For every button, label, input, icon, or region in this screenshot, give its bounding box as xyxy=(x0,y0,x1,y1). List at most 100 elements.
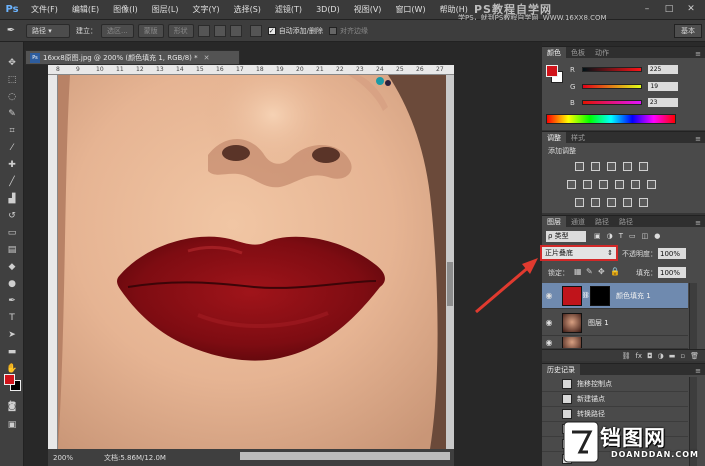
eraser-tool-icon[interactable]: ▭ xyxy=(0,224,24,241)
horizontal-scrollbar[interactable] xyxy=(240,452,450,460)
make-selection-button[interactable]: 选区... xyxy=(101,23,134,38)
layer-row-color-fill[interactable]: ◉ ⛓ 颜色填充 1 xyxy=(542,283,688,309)
selective-color-icon[interactable] xyxy=(639,198,648,207)
color-spectrum-ramp[interactable] xyxy=(546,114,676,124)
fill-input[interactable]: 100% xyxy=(658,267,686,278)
filter-adjustment-icon[interactable]: ◑ xyxy=(607,232,613,240)
rectangle-tool-icon[interactable]: ▬ xyxy=(0,343,24,360)
screen-mode-icon[interactable]: ▣ xyxy=(0,416,24,433)
filter-smart-icon[interactable]: ◫ xyxy=(642,232,649,240)
move-tool-icon[interactable]: ✥ xyxy=(0,54,24,71)
clone-stamp-tool-icon[interactable]: ▟ xyxy=(0,190,24,207)
menu-select[interactable]: 选择(S) xyxy=(227,4,268,15)
adjustment-layer-icon[interactable]: ◑ xyxy=(658,352,664,360)
filter-shape-icon[interactable]: ▭ xyxy=(629,232,636,240)
menu-file[interactable]: 文件(F) xyxy=(24,4,65,15)
tab-history[interactable]: 历史记录 xyxy=(542,364,580,375)
eye-icon[interactable]: ◉ xyxy=(542,338,556,347)
blue-channel-input[interactable]: 23 xyxy=(647,98,678,107)
make-mask-button[interactable]: 蒙版 xyxy=(137,23,164,38)
new-layer-icon[interactable]: ▫ xyxy=(680,352,685,360)
minimize-icon[interactable]: – xyxy=(640,3,654,15)
blend-mode-select[interactable]: 正片叠底 ⇕ xyxy=(540,245,618,261)
tab-channels[interactable]: 通道 xyxy=(566,216,590,227)
red-channel-slider[interactable] xyxy=(581,67,642,72)
menu-type[interactable]: 文字(Y) xyxy=(185,4,226,15)
marquee-tool-icon[interactable]: ⬚ xyxy=(0,71,24,88)
photo-filter-icon[interactable] xyxy=(615,180,624,189)
document-tab[interactable]: Ps 16xx8原图.jpg @ 200% (颜色填充 1, RGB/8) * … xyxy=(25,50,240,65)
layer-kind-filter[interactable]: ρ 类型 xyxy=(546,230,586,242)
gradient-tool-icon[interactable]: ▤ xyxy=(0,241,24,258)
path-operations-icon[interactable] xyxy=(197,24,210,37)
menu-3d[interactable]: 3D(D) xyxy=(309,5,347,14)
lock-pixels-icon[interactable]: ✎ xyxy=(586,267,593,276)
quick-mask-icon[interactable]: ◙ xyxy=(0,398,24,415)
add-mask-icon[interactable]: ◘ xyxy=(647,352,653,360)
history-brush-tool-icon[interactable]: ↺ xyxy=(0,207,24,224)
tab-adjustments[interactable]: 调整 xyxy=(542,132,566,143)
brightness-contrast-icon[interactable] xyxy=(575,162,584,171)
filter-type-icon[interactable]: T xyxy=(619,232,623,240)
layer-mask-thumbnail[interactable] xyxy=(590,285,610,306)
pen-tool-icon[interactable]: ✒ xyxy=(0,292,24,309)
color-balance-icon[interactable] xyxy=(583,180,592,189)
color-panel-foreground-swatch[interactable] xyxy=(546,65,558,77)
menu-window[interactable]: 窗口(W) xyxy=(388,4,432,15)
link-layers-icon[interactable]: ⛓ xyxy=(622,352,631,360)
lock-transparent-icon[interactable]: ▦ xyxy=(574,267,582,276)
panel-menu-icon[interactable]: ≡ xyxy=(695,135,701,143)
green-channel-input[interactable]: 19 xyxy=(648,82,679,91)
crop-tool-icon[interactable]: ⌗ xyxy=(0,122,24,139)
fx-icon[interactable]: fx xyxy=(635,352,642,360)
panel-menu-icon[interactable]: ≡ xyxy=(695,367,701,375)
lock-position-icon[interactable]: ✥ xyxy=(598,267,605,276)
history-item[interactable]: 拖移控制点 xyxy=(542,377,688,392)
exposure-icon[interactable] xyxy=(623,162,632,171)
tab-layers[interactable]: 图层 xyxy=(542,216,566,227)
posterize-icon[interactable] xyxy=(591,198,600,207)
layer-row-background[interactable]: ◉ xyxy=(542,337,688,349)
eye-icon[interactable]: ◉ xyxy=(542,318,556,327)
panel-menu-icon[interactable]: ≡ xyxy=(695,50,701,58)
trash-icon[interactable]: 🗑 xyxy=(690,352,699,360)
pen-tool-icon[interactable]: ✒ xyxy=(0,25,22,36)
invert-icon[interactable] xyxy=(575,198,584,207)
history-item[interactable]: 新建锚点 xyxy=(542,392,688,407)
path-selection-tool-icon[interactable]: ➤ xyxy=(0,326,24,343)
gear-icon[interactable] xyxy=(249,24,262,37)
type-tool-icon[interactable]: T xyxy=(0,309,24,326)
close-tab-icon[interactable]: ✕ xyxy=(204,54,210,62)
lock-all-icon[interactable]: 🔒 xyxy=(610,267,620,276)
group-icon[interactable]: ▬ xyxy=(669,352,676,360)
channel-mixer-icon[interactable] xyxy=(631,180,640,189)
workspace-switcher[interactable]: 基本 xyxy=(674,24,702,38)
image-canvas[interactable] xyxy=(58,75,446,449)
eyedropper-tool-icon[interactable]: ⁄ xyxy=(0,139,24,156)
path-alignment-icon[interactable] xyxy=(213,24,226,37)
gradient-map-icon[interactable] xyxy=(623,198,632,207)
dodge-tool-icon[interactable]: ● xyxy=(0,275,24,292)
vertical-scroll-thumb[interactable] xyxy=(447,262,453,306)
filter-toggle-icon[interactable]: ● xyxy=(654,232,660,240)
black-white-icon[interactable] xyxy=(599,180,608,189)
lasso-tool-icon[interactable]: ◌ xyxy=(0,88,24,105)
layer-row-layer-1[interactable]: ◉ 图层 1 xyxy=(542,310,688,336)
curves-icon[interactable] xyxy=(607,162,616,171)
panel-menu-icon[interactable]: ≡ xyxy=(695,219,701,227)
menu-image[interactable]: 图像(I) xyxy=(106,4,145,15)
zoom-level[interactable]: 200% xyxy=(48,454,80,462)
hue-saturation-icon[interactable] xyxy=(567,180,576,189)
color-lookup-icon[interactable] xyxy=(647,180,656,189)
tab-paths[interactable]: 路径 xyxy=(590,216,614,227)
blue-channel-slider[interactable] xyxy=(581,100,642,105)
path-arrangement-icon[interactable] xyxy=(229,24,242,37)
auto-add-delete-checkbox[interactable]: ✓ xyxy=(267,26,276,35)
menu-layer[interactable]: 图层(L) xyxy=(145,4,186,15)
green-channel-slider[interactable] xyxy=(582,84,643,89)
eye-icon[interactable]: ◉ xyxy=(542,291,556,300)
tab-color[interactable]: 颜色 xyxy=(542,47,566,58)
quick-select-tool-icon[interactable]: ✎ xyxy=(0,105,24,122)
align-edges-checkbox[interactable] xyxy=(329,26,338,35)
healing-brush-tool-icon[interactable]: ✚ xyxy=(0,156,24,173)
